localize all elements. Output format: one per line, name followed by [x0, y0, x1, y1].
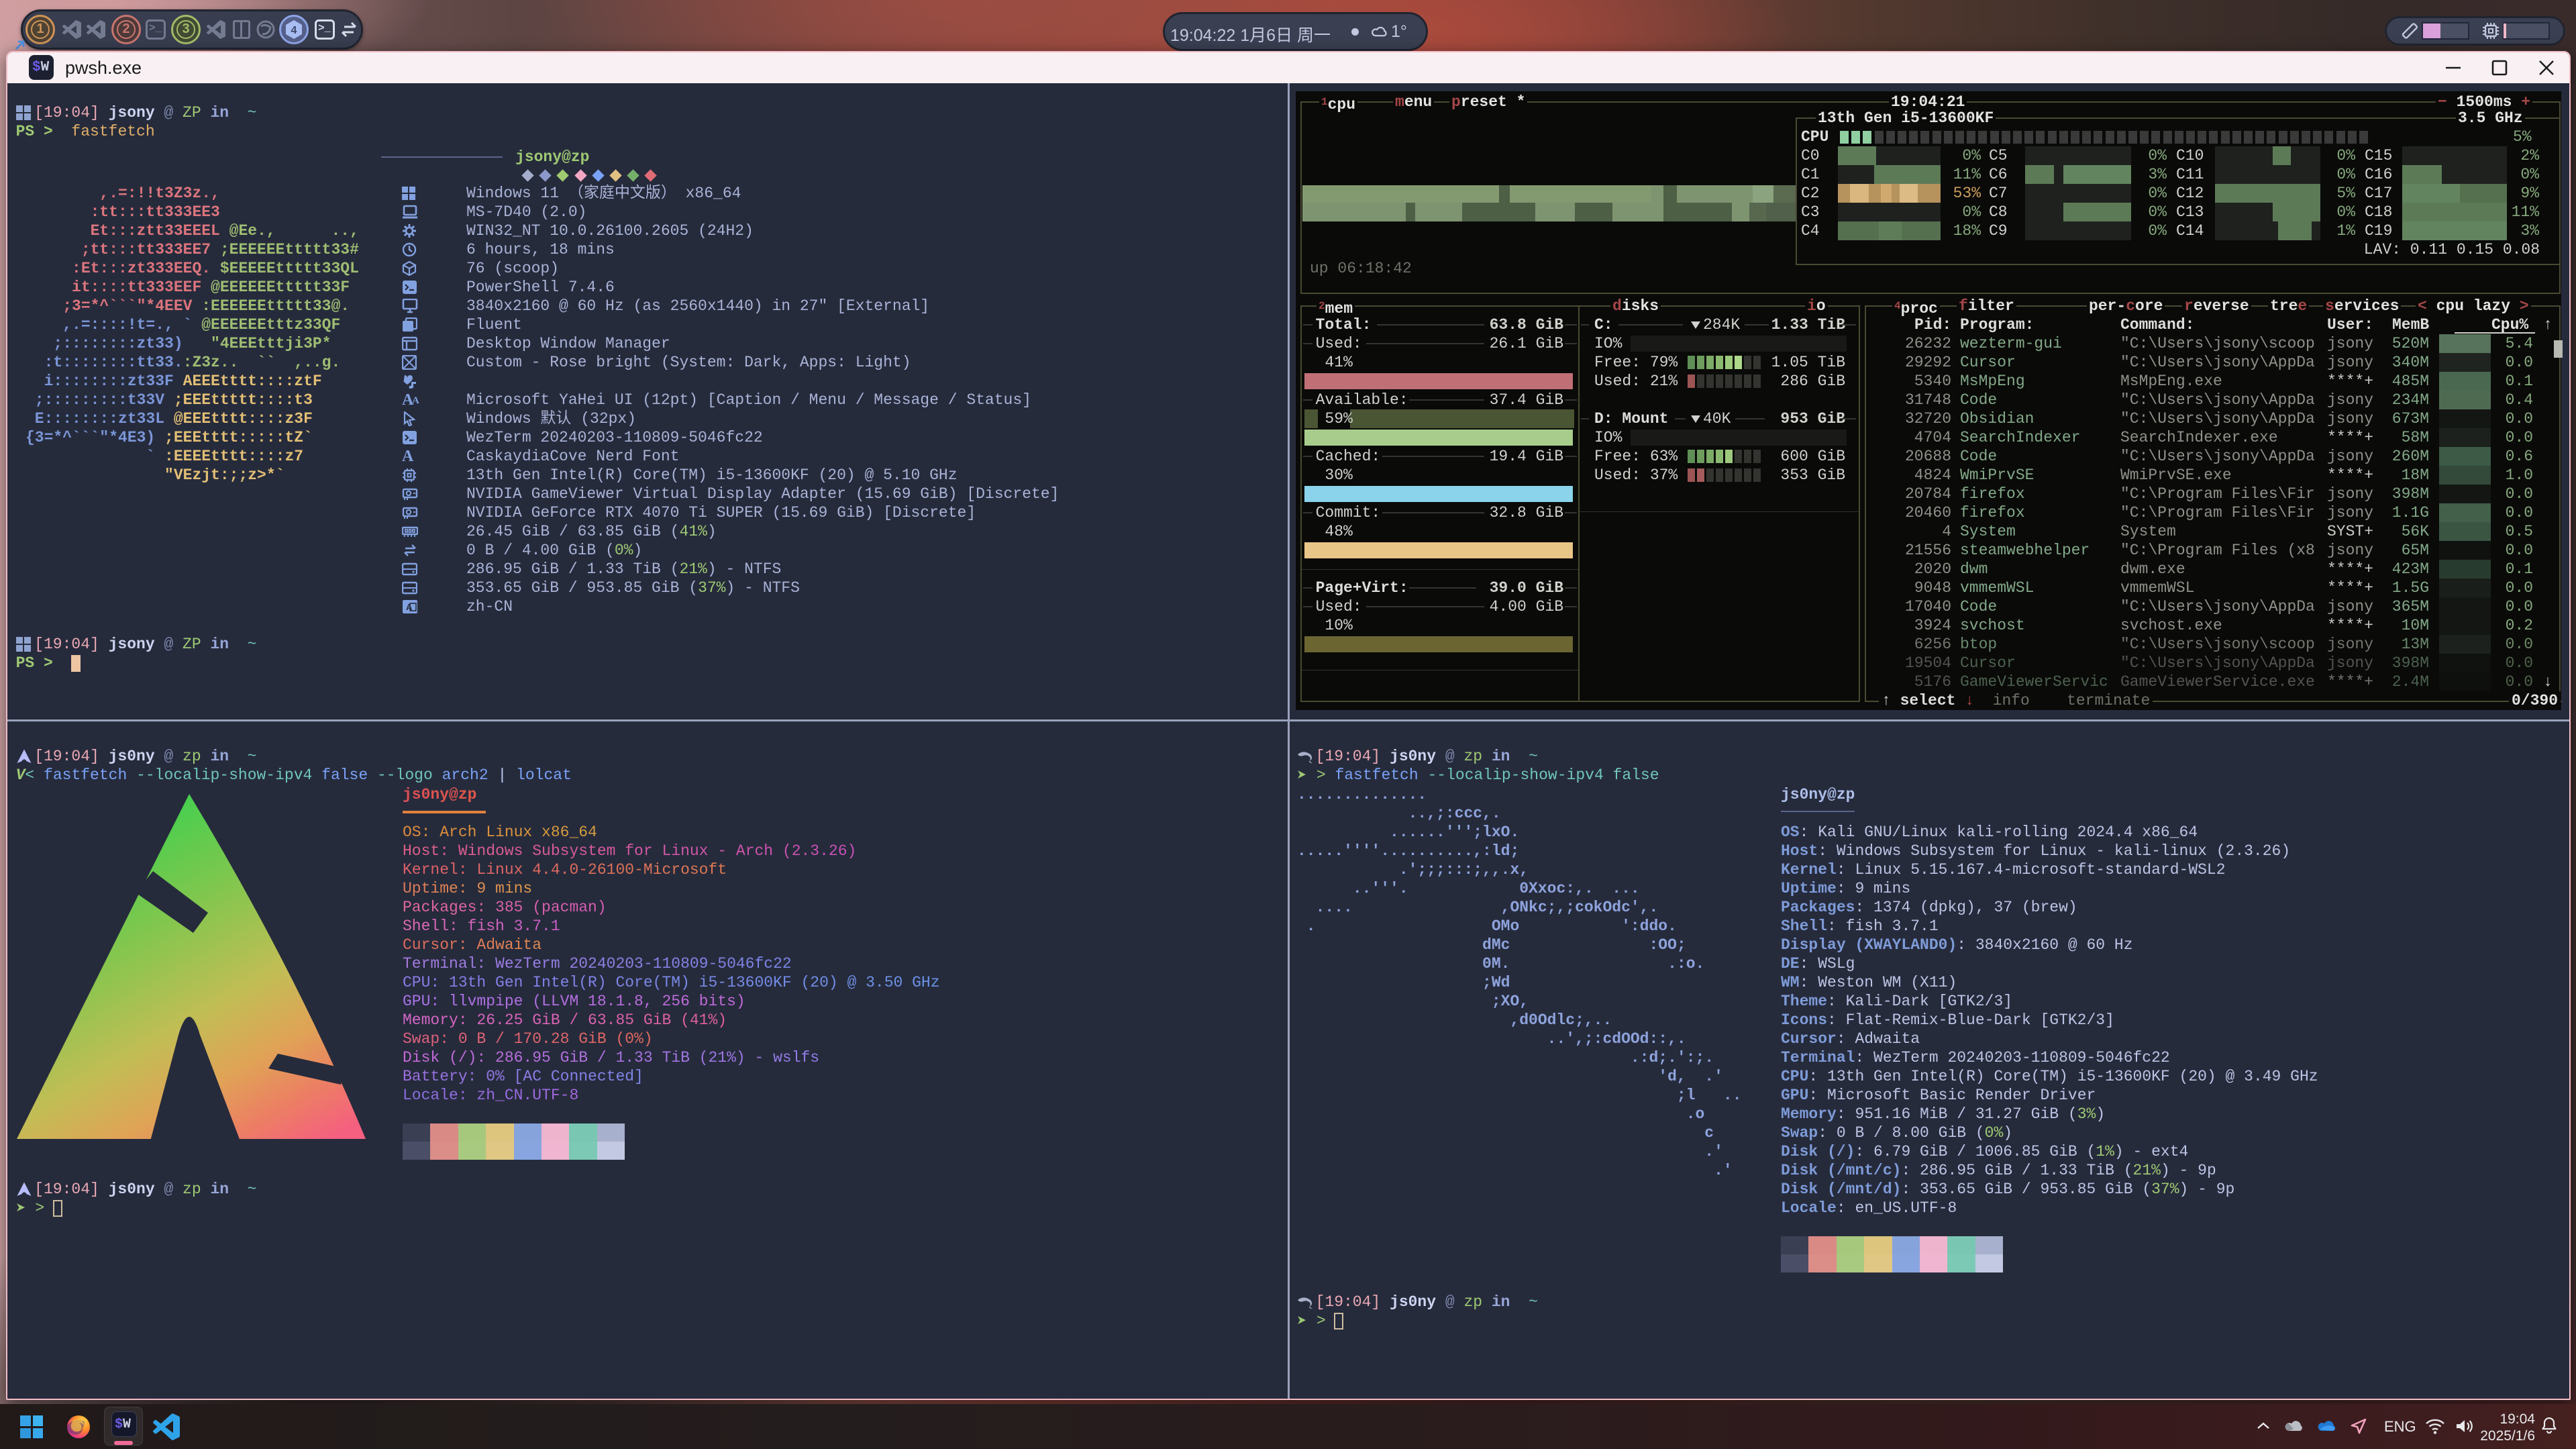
svg-text:4: 4	[291, 25, 297, 36]
